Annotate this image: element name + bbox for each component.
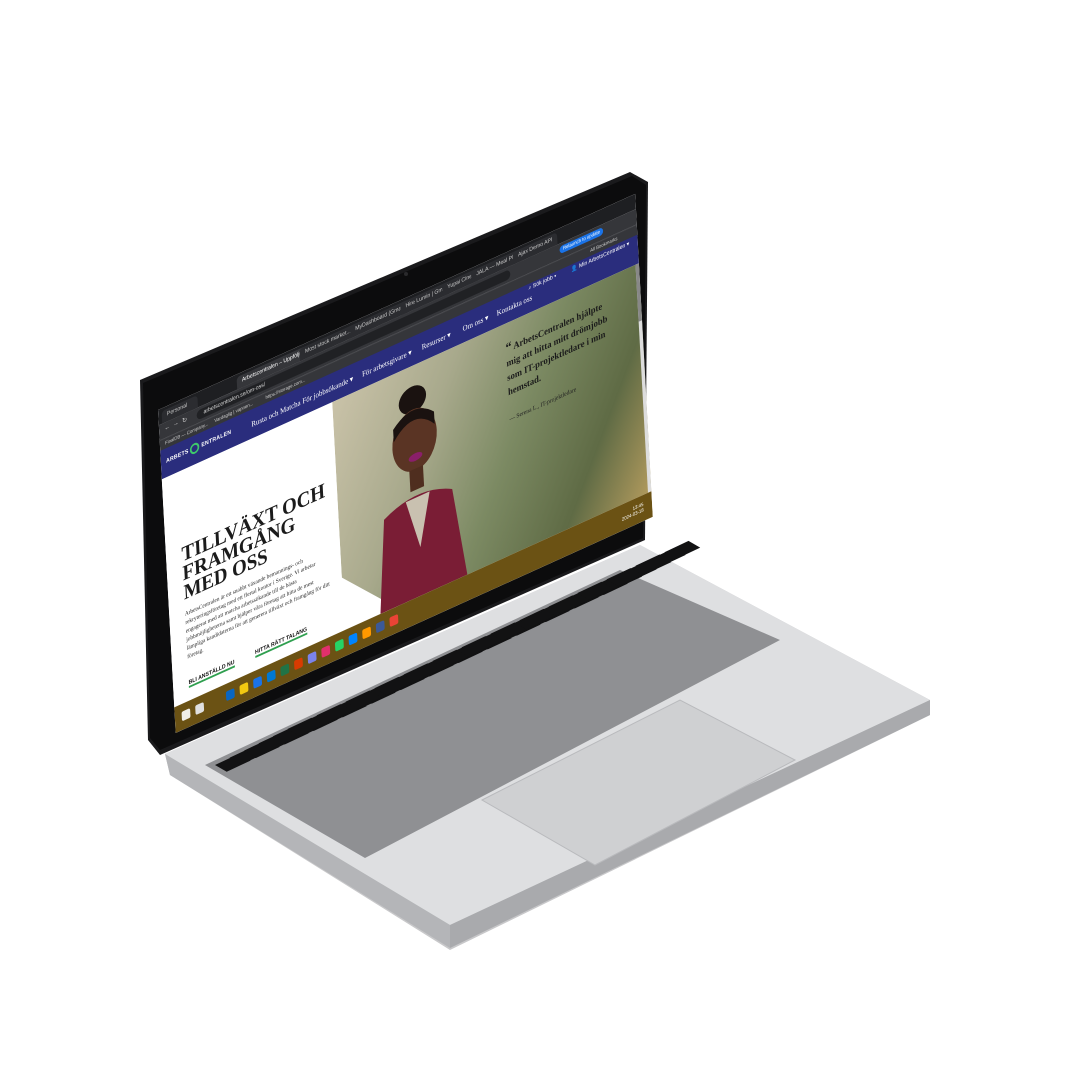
taskbar-clock[interactable]: 13:45 2024-03-18 [621,502,644,523]
chrome-icon[interactable] [253,675,263,689]
nav-link-om-oss[interactable]: Om oss ▾ [462,313,488,333]
start-icon[interactable] [181,708,191,722]
search-icon: ⌕ [528,284,532,292]
search-taskbar-icon[interactable] [195,701,205,716]
nav-link-resurser[interactable]: Resurser ▾ [422,330,451,352]
logo-text-left: ARBETS [165,448,189,465]
app-icon[interactable] [362,626,372,640]
file-explorer-icon[interactable] [239,681,249,696]
quote-mark-icon: “ [505,339,513,357]
teams-icon[interactable] [307,650,317,665]
powerpoint-icon[interactable] [293,657,304,671]
logo-text-right: ENTRALEN [201,429,232,449]
user-icon: 👤 [571,264,578,274]
back-icon[interactable]: ← [164,423,170,432]
excel-icon[interactable] [280,663,290,677]
forward-icon[interactable]: → [173,419,179,428]
laptop-mockup: Personal Arbetscentralen – Uppföljning M… [0,0,1080,1080]
reload-icon[interactable]: ↻ [182,415,187,425]
logo-ring-icon [190,440,200,456]
messenger-icon[interactable] [348,632,358,646]
linkedin-icon[interactable] [225,687,235,702]
app-icon[interactable] [389,613,399,628]
outlook-icon[interactable] [266,669,276,683]
whatsapp-icon[interactable] [334,638,344,652]
app-icon[interactable] [375,619,385,634]
app-icon[interactable] [321,644,331,659]
